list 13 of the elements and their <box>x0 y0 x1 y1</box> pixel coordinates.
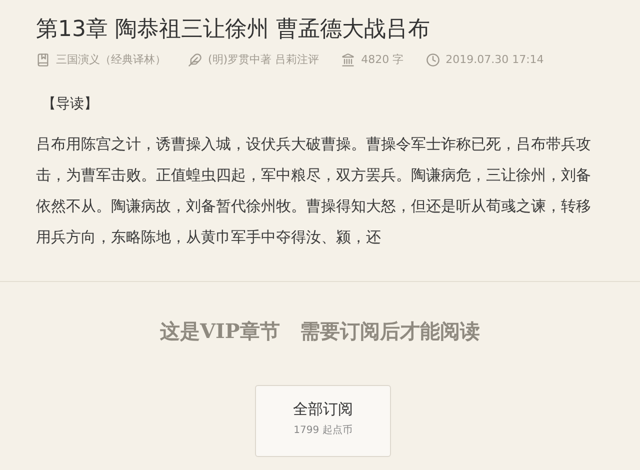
building-icon <box>341 52 356 66</box>
book-icon <box>36 52 50 66</box>
meta-text: (明)罗贯中著 吕莉注评 <box>208 52 320 67</box>
feather-icon <box>188 52 202 66</box>
intro-heading: 【导读】 <box>42 95 99 113</box>
meta-text: 2019.07.30 17:14 <box>446 53 544 66</box>
intro-paragraph: 吕布用陈宫之计，诱曹操入城，设伏兵大破曹操。曹操令军士诈称已死，吕布带兵攻击，为曹军击败。正值蝗虫四起，军中粮尽，双方罢兵。陶谦病危，三让徐州，刘备依然不从。陶谦病故，刘备暂代徐州牧。曹操得知大怒，但还是听从荀彧之谏，转移用兵方向，东略陈地，从黄巾军手中夺得汝、颍，还 <box>36 134 592 248</box>
subscribe-button[interactable]: 全部订阅 1799 起点币 <box>255 385 391 457</box>
meta-text: 4820 字 <box>361 52 404 67</box>
meta-text: 三国演义（经典译林） <box>56 52 166 67</box>
vip-notice: 这是VIP章节 需要订阅后才能阅读 <box>159 318 481 345</box>
chapter-title: 第13章 陶恭祖三让徐州 曹孟德大战吕布 <box>36 16 431 44</box>
clock-icon <box>426 52 440 66</box>
